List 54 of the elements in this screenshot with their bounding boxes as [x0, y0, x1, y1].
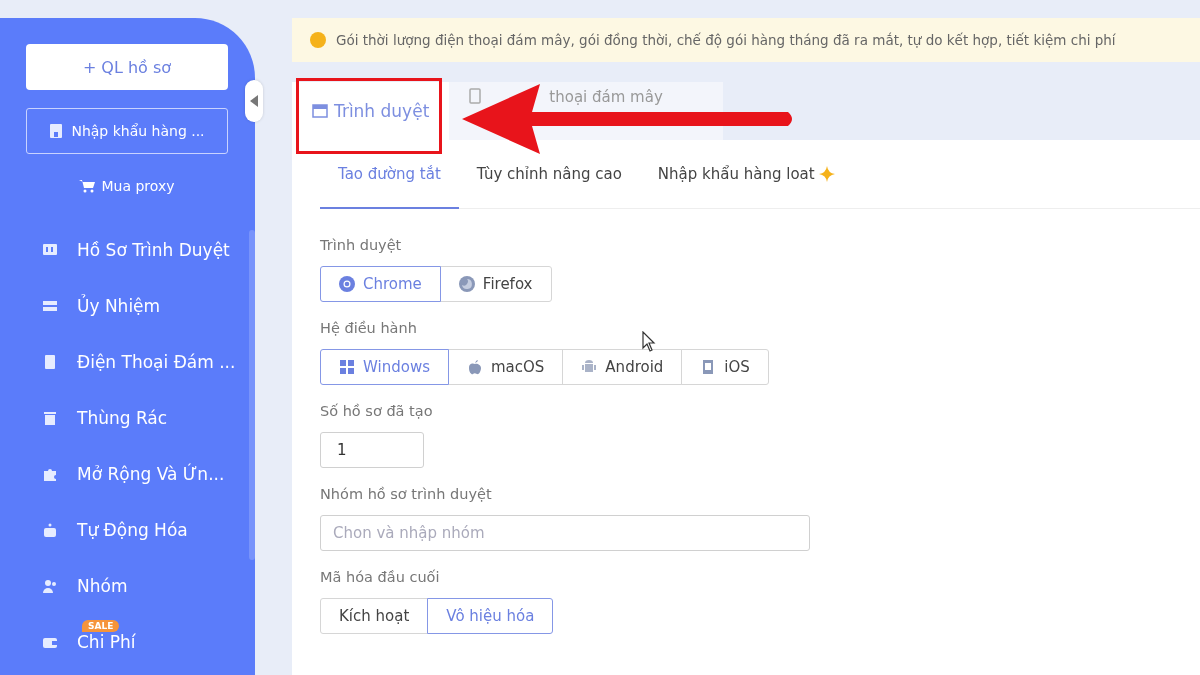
field-label: Hệ điều hành: [320, 320, 418, 336]
phone-icon: [42, 354, 58, 370]
add-profile-button[interactable]: + QL hồ sơ: [26, 44, 228, 90]
proxy-link[interactable]: Mua proxy: [79, 178, 175, 194]
browser-icon: [42, 242, 58, 258]
info-dot-icon: [310, 32, 326, 48]
cart-icon: [79, 179, 96, 193]
cursor-icon: [642, 331, 656, 353]
android-icon: [581, 359, 598, 375]
windows-icon: [339, 359, 355, 375]
sidebar-item[interactable]: Tự Động Hóa: [42, 502, 236, 558]
collapse-handle[interactable]: [245, 80, 263, 122]
scrollbar[interactable]: [249, 230, 255, 560]
notice-text: Gói thời lượng điện thoại đám mây, gói đồng thời, chế độ gói hàng tháng đã ra mắt, tự do kết hợp, tiết kiệm chi phí: [336, 32, 1116, 48]
option-button[interactable]: Chrome: [320, 266, 441, 302]
sidebar-item[interactable]: Hồ Sơ Trình Duyệt: [42, 222, 236, 278]
collapse-icon: [250, 95, 258, 107]
users-icon: [42, 578, 58, 594]
sub-tab[interactable]: Tao đường tắt: [320, 140, 459, 209]
field-label: Nhóm hồ sơ trình duyệt: [320, 486, 493, 502]
field-label: Trình duyệt: [320, 237, 403, 253]
apple-icon: [466, 359, 483, 375]
option-button[interactable]: macOS: [447, 349, 564, 385]
puzzle-icon: [42, 466, 58, 482]
window-icon: [312, 104, 328, 118]
sidebar-item[interactable]: Mở Rộng Và Ứn...: [42, 446, 236, 502]
top-tab[interactable]: Trình duyệt: [292, 82, 450, 140]
firefox-icon: [458, 276, 475, 292]
option-button[interactable]: Firefox: [439, 266, 552, 302]
card-icon: [42, 298, 58, 314]
group-field[interactable]: Chon và nhập nhóm: [320, 515, 810, 551]
option-button[interactable]: iOS: [681, 349, 769, 385]
chrome-icon: [339, 276, 355, 292]
sidebar-item[interactable]: SALE Chi Phí: [42, 614, 236, 670]
sidebar-item[interactable]: Ủy Nhiệm: [42, 278, 236, 334]
option-button[interactable]: Vô hiệu hóa: [427, 598, 554, 634]
field-label: Số hồ sơ đã tạo: [320, 403, 434, 419]
option-button[interactable]: Kích hoạt: [320, 598, 429, 634]
field-label: Mã hóa đầu cuối: [320, 569, 441, 585]
sub-tab[interactable]: Tùy chỉnh nâng cao: [458, 140, 640, 209]
count-field[interactable]: 1: [320, 432, 424, 468]
trash-icon: [42, 410, 58, 426]
robot-icon: [42, 522, 58, 538]
option-button[interactable]: Android: [562, 349, 683, 385]
sale-badge: SALE: [82, 620, 120, 632]
sidebar-item[interactable]: Nhóm: [42, 558, 236, 614]
option-button[interactable]: Windows: [320, 349, 449, 385]
diamond-icon: [818, 165, 835, 182]
phone-icon: [469, 88, 482, 104]
sidebar-item[interactable]: Điện Thoại Đám ...: [42, 334, 236, 390]
import-button[interactable]: Nhập khẩu hàng ...: [26, 108, 228, 154]
sidebar-item[interactable]: Thùng Rác: [42, 390, 236, 446]
sub-tab[interactable]: Nhập khẩu hàng loat: [639, 140, 853, 209]
file-icon: [49, 123, 64, 139]
